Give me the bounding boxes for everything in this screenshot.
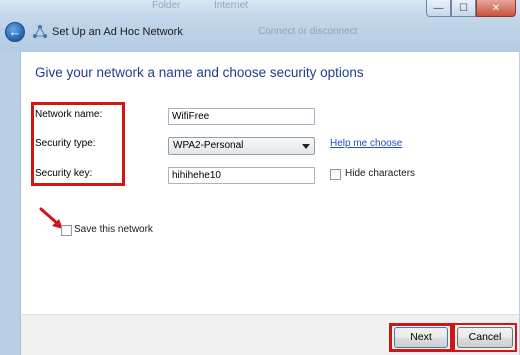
maximize-button[interactable]: ☐: [451, 0, 476, 17]
hide-characters-checkbox[interactable]: [330, 169, 341, 180]
title-bar: Folder Internet Connect or disconnect — …: [0, 0, 520, 52]
security-key-input[interactable]: hihihehe10: [168, 167, 315, 184]
close-button[interactable]: ✕: [476, 0, 516, 17]
window-controls: — ☐ ✕: [426, 0, 516, 17]
network-name-input[interactable]: WifiFree: [168, 108, 315, 125]
security-type-value: WPA2-Personal: [173, 140, 244, 151]
wizard-footer: Next Cancel: [20, 314, 519, 355]
next-button[interactable]: Next: [394, 327, 448, 348]
background-text-internet: Internet: [214, 0, 248, 11]
minimize-button[interactable]: —: [426, 0, 451, 17]
help-me-choose-link[interactable]: Help me choose: [330, 138, 402, 149]
cancel-button[interactable]: Cancel: [457, 327, 513, 348]
save-network-checkbox[interactable]: [61, 225, 72, 236]
page-heading: Give your network a name and choose secu…: [35, 65, 364, 80]
background-text-folder: Folder: [152, 0, 181, 11]
network-icon: [33, 25, 47, 38]
security-type-select[interactable]: WPA2-Personal: [168, 137, 315, 155]
wizard-content: Give your network a name and choose secu…: [20, 52, 519, 314]
network-name-label: Network name:: [35, 109, 103, 120]
chevron-down-icon: [302, 144, 310, 149]
save-network-label[interactable]: Save this network: [74, 224, 153, 235]
wizard-title: Set Up an Ad Hoc Network: [52, 26, 183, 38]
security-type-label: Security type:: [35, 138, 96, 149]
security-key-label: Security key:: [35, 168, 93, 179]
hide-characters-label[interactable]: Hide characters: [345, 168, 415, 179]
back-arrow-icon[interactable]: ←: [5, 22, 25, 42]
background-text-connect: Connect or disconnect: [258, 26, 358, 37]
